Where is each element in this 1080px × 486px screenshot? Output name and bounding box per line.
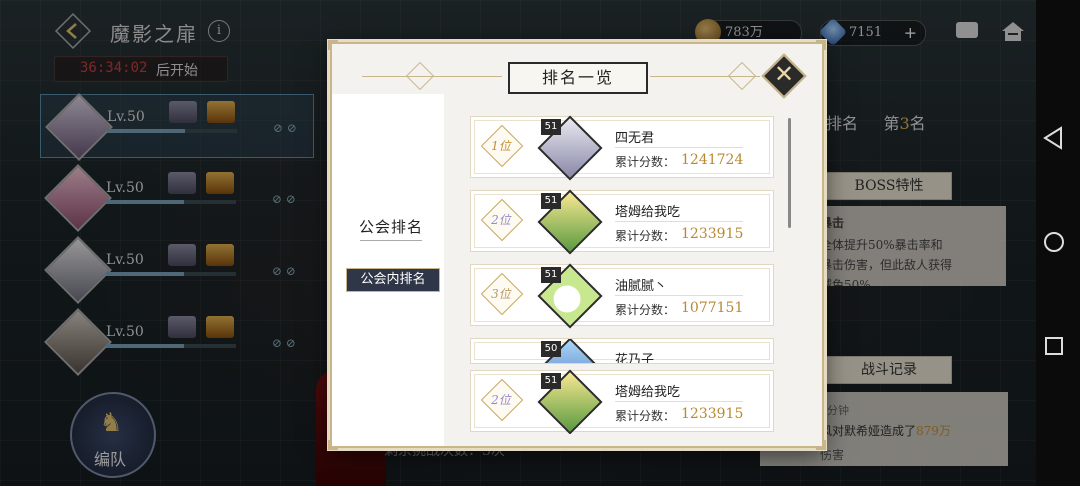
corner-ornament: [328, 40, 338, 50]
ranking-entry[interactable]: 1位 51 四无君 累计分数： 1241724: [470, 115, 774, 181]
player-level: 50: [541, 341, 561, 357]
player-score: 1241724: [681, 152, 744, 168]
entry-divider: [615, 401, 743, 402]
ranking-entry[interactable]: 50 花乃子: [470, 338, 774, 364]
rank-label: 2位: [491, 393, 511, 407]
corner-ornament: [816, 40, 826, 50]
nav-recents-icon[interactable]: [1045, 337, 1063, 355]
player-score: 1077151: [681, 300, 744, 316]
ranking-entry[interactable]: 2位 51 塔姆给我吃 累计分数： 1233915: [470, 189, 774, 255]
title-diamond-right: [727, 61, 757, 91]
nav-home-icon[interactable]: [1044, 232, 1064, 252]
score-label: 累计分数：: [615, 409, 676, 423]
player-level: 51: [541, 373, 561, 389]
player-name: 花乃子: [615, 353, 655, 364]
rank-label: 2位: [491, 213, 511, 227]
player-score: 1233915: [681, 406, 744, 422]
ranking-modal: 排名一览 ✕ 公会排名 公会内排名 1位 51 四无君 累计分数： 124172…: [328, 40, 826, 450]
modal-title: 排名一览: [508, 62, 648, 94]
entry-divider: [615, 221, 743, 222]
close-icon[interactable]: ✕: [770, 59, 798, 89]
category-guild-ranking[interactable]: 公会排名: [332, 216, 450, 237]
player-level: 51: [541, 267, 561, 283]
ranking-entry[interactable]: 3位 51 油腻腻丶 累计分数： 1077151: [470, 263, 774, 329]
rank-label: 1位: [491, 139, 511, 153]
ranking-list[interactable]: 1位 51 四无君 累计分数： 1241724 2位 51 塔姆给我吃 累计分数…: [464, 112, 794, 434]
player-level: 51: [541, 119, 561, 135]
player-level: 51: [541, 193, 561, 209]
tab-in-guild-ranking[interactable]: 公会内排名: [346, 268, 440, 292]
player-name: 四无君: [615, 131, 655, 146]
player-score: 1233915: [681, 226, 744, 242]
corner-ornament: [328, 440, 338, 450]
player-name: 油腻腻丶: [615, 279, 668, 294]
my-ranking-entry[interactable]: 2位 51 塔姆给我吃 累计分数： 1233915: [470, 369, 774, 434]
entry-divider: [615, 147, 743, 148]
score-label: 累计分数：: [615, 155, 676, 169]
score-label: 累计分数：: [615, 303, 676, 317]
player-name: 塔姆给我吃: [615, 205, 681, 220]
list-scrollbar[interactable]: [788, 118, 791, 228]
nav-back-icon[interactable]: [1043, 126, 1063, 150]
title-diamond-left: [405, 61, 435, 91]
score-label: 累计分数：: [615, 229, 676, 243]
rank-label: 3位: [491, 287, 511, 301]
player-name: 塔姆给我吃: [615, 385, 681, 400]
category-underline: [360, 240, 422, 241]
entry-divider: [615, 295, 743, 296]
corner-ornament: [816, 440, 826, 450]
